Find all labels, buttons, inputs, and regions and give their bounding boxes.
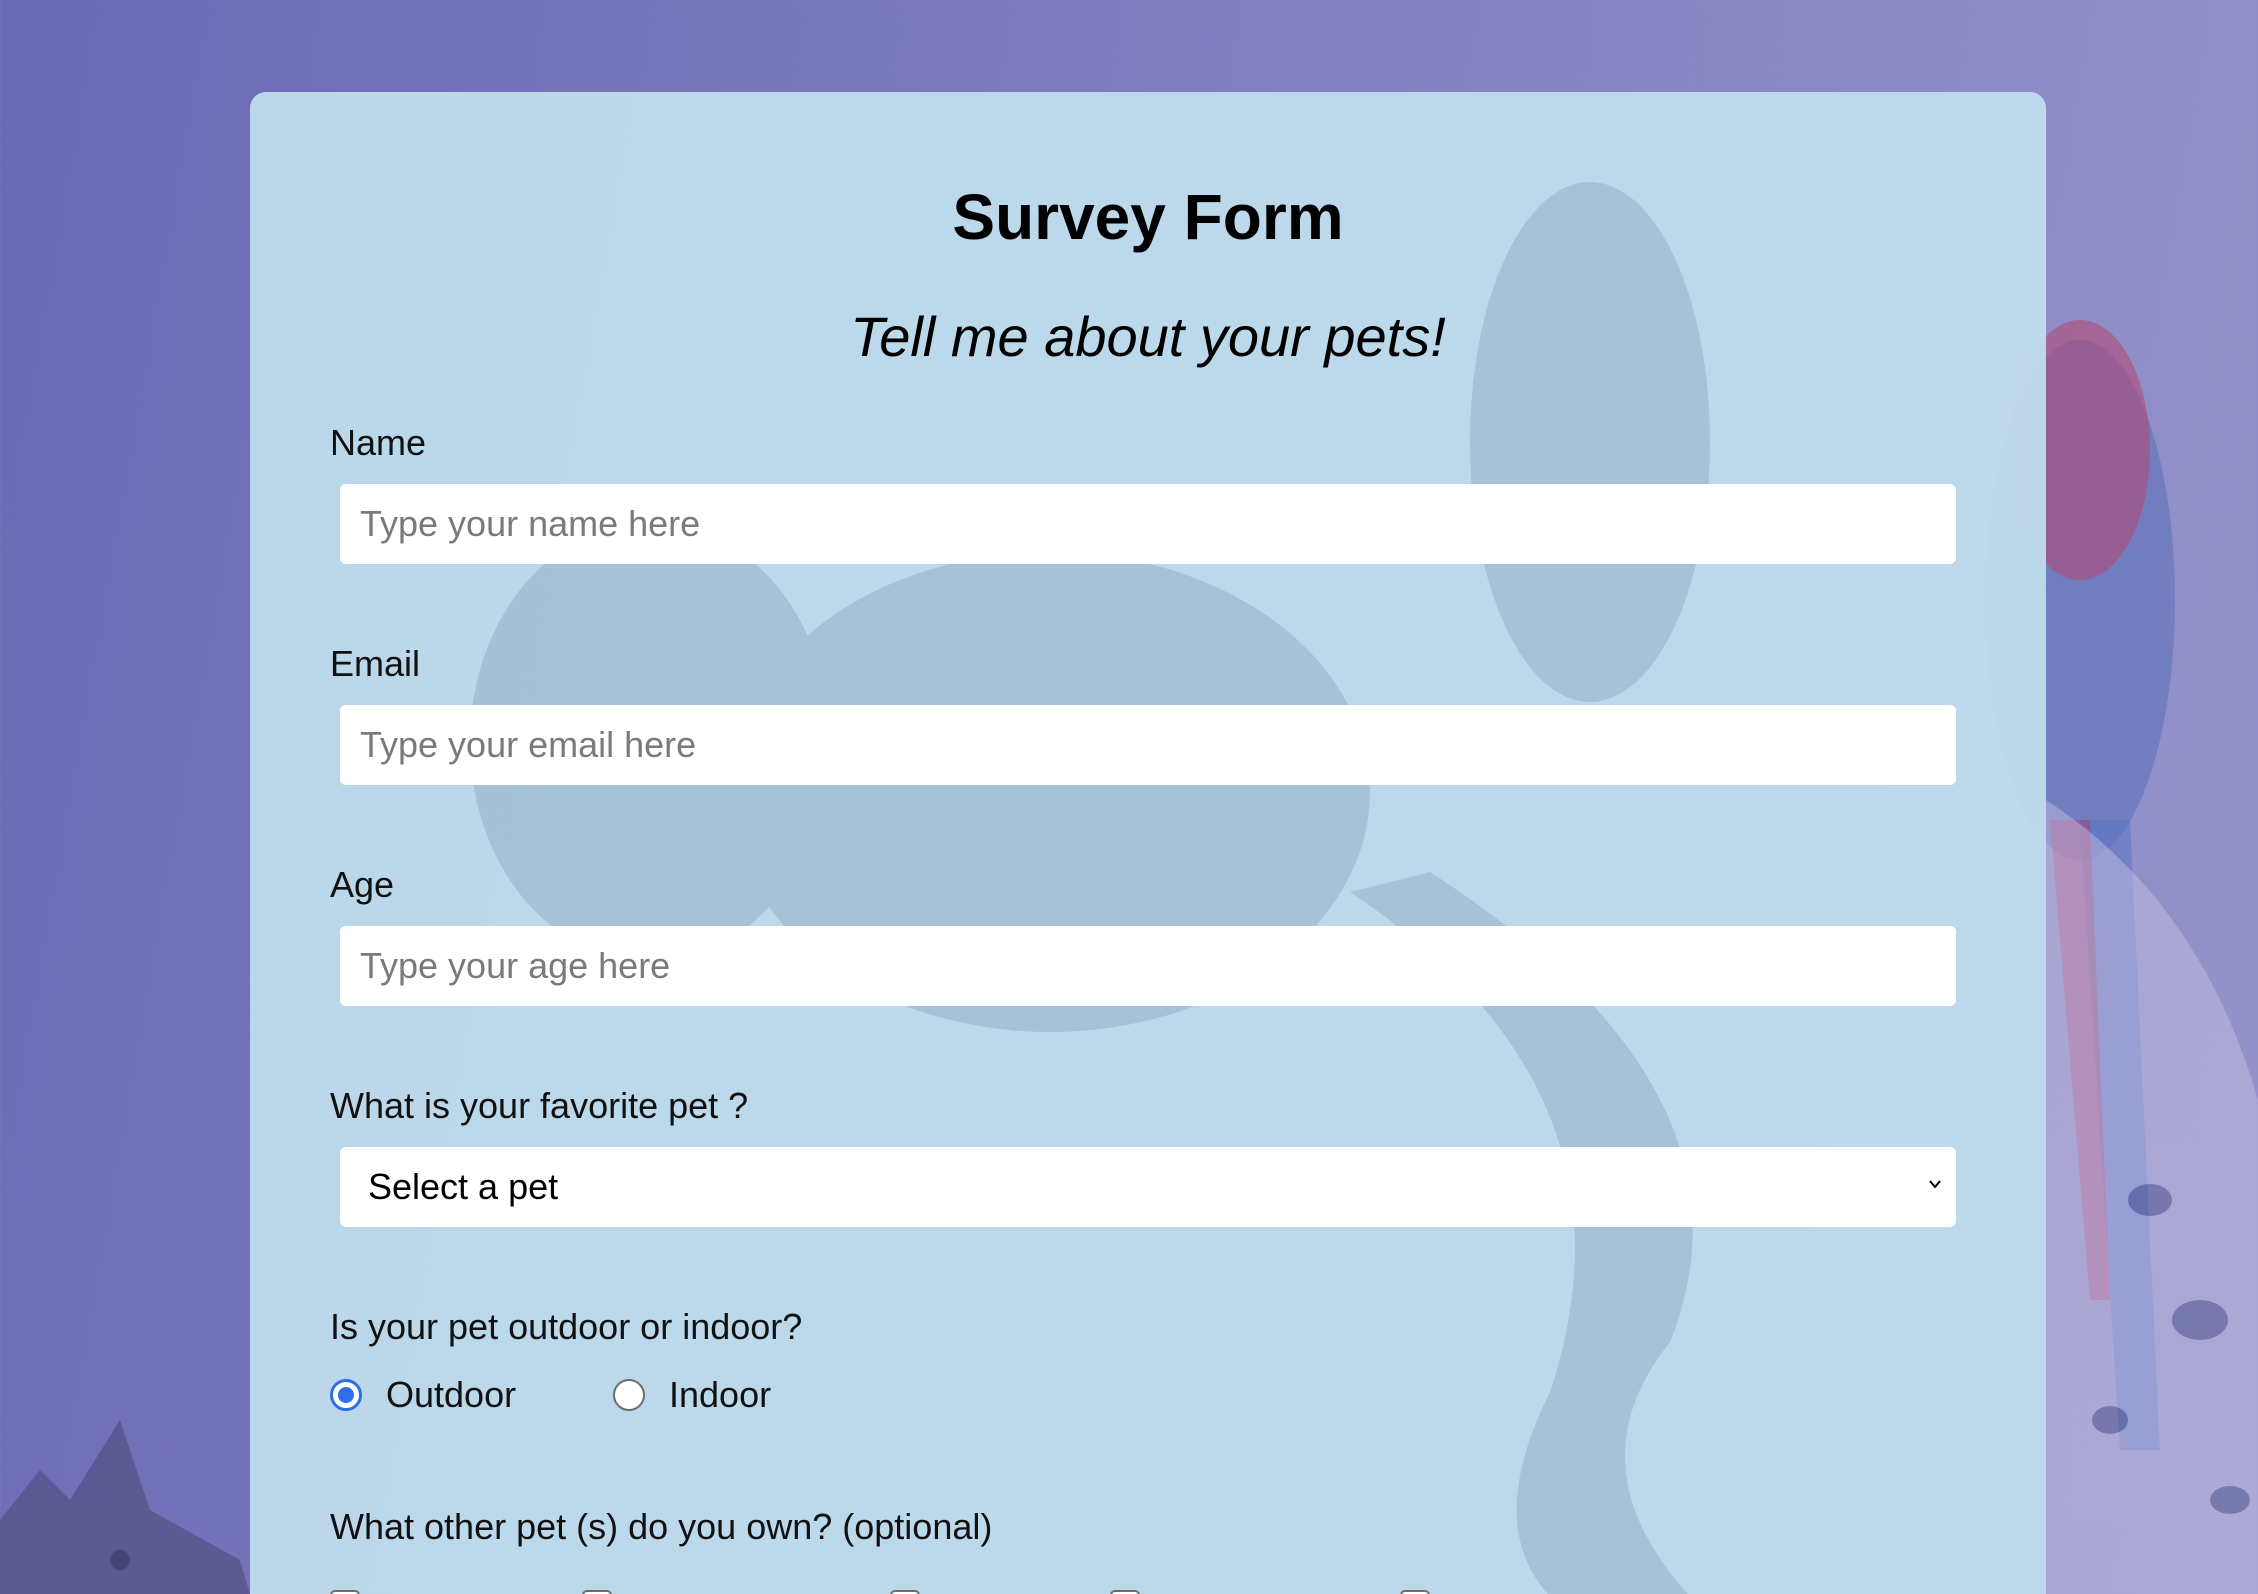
favorite-pet-selected-value: Select a pet: [368, 1166, 559, 1207]
favorite-pet-label: What is your favorite pet ?: [330, 1085, 749, 1126]
other-pet-checkbox-1[interactable]: [330, 1590, 360, 1594]
radio-indoor[interactable]: Indoor: [613, 1374, 771, 1416]
other-pet-checkbox-5[interactable]: [1400, 1590, 1430, 1594]
chevron-down-icon: [1929, 1180, 1941, 1189]
radio-outdoor-label: Outdoor: [386, 1374, 517, 1415]
name-label: Name: [330, 422, 427, 463]
other-pet-checkbox-3[interactable]: [890, 1590, 920, 1594]
age-input[interactable]: [340, 926, 1956, 1006]
radio-indoor-label: Indoor: [669, 1374, 772, 1415]
radio-outdoor-button[interactable]: [330, 1379, 362, 1411]
environment-question: Is your pet outdoor or indoor?: [330, 1306, 803, 1347]
age-label: Age: [330, 864, 395, 905]
name-input[interactable]: [340, 484, 1956, 564]
email-label: Email: [330, 643, 421, 684]
page-subtitle: Tell me about your pets!: [850, 305, 1446, 368]
radio-outdoor[interactable]: Outdoor: [330, 1374, 516, 1416]
favorite-pet-select[interactable]: Select a pet: [340, 1147, 1956, 1227]
page-title: Survey Form: [952, 181, 1344, 253]
other-pet-checkbox-4[interactable]: [1110, 1590, 1140, 1594]
other-pets-question: What other pet (s) do you own? (optional…: [330, 1506, 993, 1547]
email-input[interactable]: [340, 705, 1956, 785]
radio-indoor-button[interactable]: [613, 1379, 645, 1411]
dog-illustration: [2046, 800, 2258, 1594]
cat-illustration: [0, 1420, 250, 1594]
other-pet-checkbox-2[interactable]: [582, 1590, 612, 1594]
survey-card: Survey Form Tell me about your pets! Nam…: [250, 92, 2046, 1594]
